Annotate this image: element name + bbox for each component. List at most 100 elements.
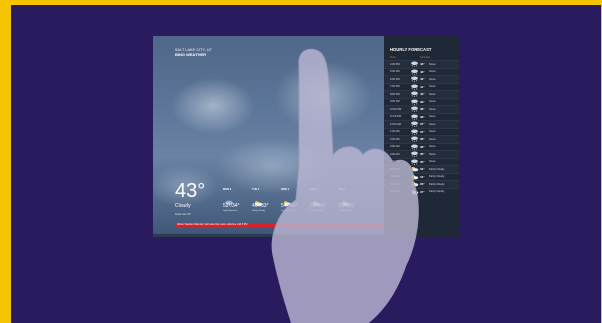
hourly-row: 4:00 PM 43° Snow [384,60,459,68]
hour-time: 10:00 PM [390,107,402,111]
hour-condition: Snow [429,70,436,74]
daily-forecast: MON 3 52°/34° Light Showers TUE 4 46°/33° Par… [223,188,364,212]
day-name: TUE 4 [252,188,260,191]
weather-app-screen: SALT LAKE CITY, UT BING WEATHER 43° Clou… [153,36,459,237]
header-forecast: Forecast [420,56,431,59]
hour-time: 3:00 AM [390,145,400,149]
app-title[interactable]: BING WEATHER [175,52,206,57]
rain-icon [224,194,234,207]
snow-icon [409,106,420,112]
day-description: Partly Cloudy [252,210,266,212]
hour-temperature: 38° [420,107,425,112]
hour-temperature: 35° [420,152,425,157]
day-description: Partly Cloudy [281,210,295,212]
hour-condition: Snow [429,92,436,96]
snow-icon [409,69,420,75]
hour-time: 6:00 PM [390,77,400,81]
hour-condition: Partly Cloudy [429,182,445,186]
day-description: Partly Cloudy [310,210,324,212]
current-conditions: 43° Cloudy Feels Like 43° [175,181,205,216]
hour-temperature: 35° [420,182,425,187]
hour-time: 2:00 AM [390,137,400,141]
hour-condition: Snow [429,137,436,141]
hour-condition: Snow [429,77,436,81]
snow-icon [409,151,420,157]
hour-temperature: 41° [420,84,425,89]
hourly-row: 5:00 AM 35° Snow [384,157,459,166]
hourly-row: 9:00 PM 39° Snow [384,97,459,106]
snow-icon [409,61,420,67]
day-forecast-3[interactable]: THU 6 55°/36° Partly Cloudy [310,188,335,212]
hour-condition: Partly Cloudy [429,190,445,194]
bottom-bar [153,234,384,237]
partly-cloudy-icon [409,174,420,180]
hour-time: 5:00 AM [390,160,400,164]
hourly-row: 6:00 AM 34° Partly Cloudy [384,165,459,173]
hour-time: 4:00 PM [390,62,400,66]
hour-temperature: 43° [420,69,425,74]
hour-time: 7:00 AM [390,175,400,179]
hour-time: 5:00 PM [390,70,400,74]
hourly-row: 6:00 PM 42° Snow [384,75,459,83]
partly-cloudy-icon [409,189,420,195]
snow-icon [409,114,420,120]
hour-temperature: 42° [420,77,425,82]
day-temperature: 55°/36° [310,203,327,209]
snow-icon [409,121,420,127]
snow-icon [409,159,420,165]
hour-condition: Snow [429,160,436,164]
hour-time: 7:00 PM [390,85,400,89]
hourly-row: 10:00 PM 38° Snow [384,105,459,113]
hour-condition: Snow [429,85,436,89]
weather-alert-banner[interactable]: Winter Weather Warning: Salt Lake City m… [175,223,383,227]
day-name: FRI 7 [339,188,346,191]
hour-time: 12:00 AM [390,122,401,126]
day-temperature: 52°/34° [223,203,240,209]
snow-icon [409,76,420,82]
current-temperature: 43° [175,180,206,202]
hour-temperature: 37° [420,122,425,127]
hour-temperature: 34° [420,167,425,172]
partly-cloudy-icon [282,194,292,207]
hourly-title: HOURLY FORECAST [390,47,432,52]
current-details: Feels Like 43° [175,213,191,216]
hour-condition: Snow [429,115,436,119]
hourly-row: 2:00 AM 36° Snow [384,135,459,143]
hour-temperature: 36° [420,137,425,142]
hour-time: 4:00 AM [390,152,400,156]
hour-temperature: 43° [420,62,425,67]
day-forecast-2[interactable]: WED 5 54°/40° Partly Cloudy [281,188,306,212]
hour-temperature: 36° [420,144,425,149]
snow-icon [409,144,420,150]
day-description: Light Showers [223,210,237,212]
hour-temperature: 37° [420,129,425,134]
hour-condition: Snow [429,100,436,104]
partly-cloudy-icon [340,194,350,207]
hour-condition: Snow [429,107,436,111]
hourly-row: 12:00 AM 37° Snow [384,120,459,128]
hour-temperature: 40° [420,92,425,97]
hour-condition: Snow [429,130,436,134]
hour-time: 9:00 AM [390,190,400,194]
day-forecast-0[interactable]: MON 3 52°/34° Light Showers [223,188,248,212]
snow-icon [409,91,420,97]
day-name: MON 3 [223,188,232,191]
hour-temperature: 38° [420,114,425,119]
partly-cloudy-icon [409,166,420,172]
header-time: Time [390,56,396,59]
hour-temperature: 39° [420,99,425,104]
snow-icon [409,99,420,105]
current-condition: Cloudy [175,203,191,209]
hourly-row: 1:00 AM 37° Snow [384,127,459,136]
sky-background: SALT LAKE CITY, UT BING WEATHER 43° Clou… [153,36,384,237]
hourly-row: 8:00 PM 40° Snow [384,90,459,98]
hourly-row: 8:00 AM 35° Partly Cloudy [384,180,459,188]
hour-condition: Snow [429,145,436,149]
day-forecast-4[interactable]: FRI 7 63°/39° Partly Cloudy [339,188,364,212]
hourly-rows[interactable]: 4:00 PM 43° Snow 5:00 PM 43° Snow 6:00 PM 42° Sn… [384,60,459,195]
hourly-row: 4:00 AM 35° Snow [384,150,459,158]
day-forecast-1[interactable]: TUE 4 46°/33° Partly Cloudy [252,188,277,212]
presentation-frame: SALT LAKE CITY, UT BING WEATHER 43° Clou… [11,5,601,323]
hour-condition: Snow [429,152,436,156]
partly-cloudy-icon [311,194,321,207]
